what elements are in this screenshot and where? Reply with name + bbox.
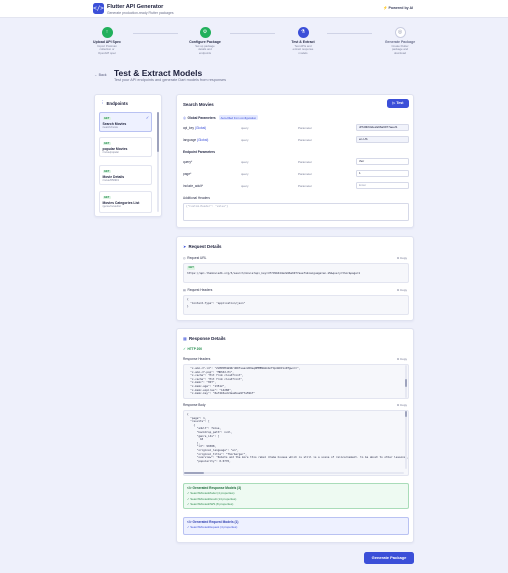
status-badge: HTTP 200 xyxy=(187,347,202,351)
endpoint-item-search-movies[interactable]: GET ✓ Search Movies /search/movie xyxy=(99,112,152,133)
api-key-input[interactable]: df7d9b64de2a96a6977aeef1 xyxy=(356,124,409,131)
app-title: Flutter API Generator xyxy=(107,3,164,10)
step-connector xyxy=(133,32,178,34)
upload-icon: ↑ xyxy=(101,27,113,38)
model-item: ✓ SearchMoviesResult (14 properties) xyxy=(187,496,237,501)
generated-response-models: </> Generated Response Models (3) ✓ Sear… xyxy=(183,483,409,509)
endpoints-scroll-thumb[interactable] xyxy=(157,112,159,152)
model-item: ✓ SearchMoviesModel (4 properties) xyxy=(187,491,235,496)
response-details-panel: ▦ Response Details ✓ HTTP 200 Response H… xyxy=(176,328,414,543)
include-adult-input[interactable]: Enter xyxy=(356,182,409,189)
app-subtitle: Generate production-ready Flutter packag… xyxy=(107,10,174,15)
step-upload: ↑ Upload API Spec Import Postman collecti… xyxy=(93,27,121,55)
package-icon: ◎ xyxy=(394,27,406,38)
response-body-scroll-thumb[interactable] xyxy=(405,411,407,417)
page-subtitle: Test your API endpoints and generate Dar… xyxy=(114,78,227,82)
gear-icon: ⚙ xyxy=(199,27,211,38)
doc-icon: ▤ xyxy=(183,288,187,292)
step-connector xyxy=(327,32,372,34)
top-bar: </> Flutter API Generator Generate produ… xyxy=(0,0,508,18)
page-input[interactable]: 1 xyxy=(356,170,409,177)
bolt-icon: ⚡ xyxy=(383,6,388,10)
step-generate: ◎ Generate Package Create Flutter package… xyxy=(384,27,416,55)
list-icon: ⋮ xyxy=(100,100,105,105)
endpoint-item-movies-categories[interactable]: GET Movies Categories List /genre/movie/… xyxy=(99,191,152,213)
response-body-h-scrollbar[interactable] xyxy=(184,472,404,474)
response-body-h-scroll-thumb[interactable] xyxy=(184,472,204,474)
page-title: Test & Extract Models xyxy=(114,68,203,78)
globe-icon: ◎ xyxy=(183,115,186,120)
additional-headers-input[interactable]: {"Custom-Header": "value"} xyxy=(183,203,409,221)
generated-request-models: </> Generated Request Models (1) ✓ Searc… xyxy=(183,517,409,535)
globe-icon: ◎ xyxy=(183,256,186,260)
request-headers-box: { "Content-Type": "application/json" } xyxy=(183,295,409,315)
language-input[interactable]: en-US xyxy=(356,136,409,143)
check-circle-icon: ✓ xyxy=(145,115,149,120)
send-icon: ➤ xyxy=(183,244,187,249)
response-headers-scroll-thumb[interactable] xyxy=(405,379,407,387)
response-body-scrollbar[interactable] xyxy=(405,411,407,469)
check-circle-icon: ✓ xyxy=(183,347,187,351)
endpoint-title: Search Movies xyxy=(183,102,214,107)
step-connector xyxy=(230,32,275,34)
model-item: ✓ SearchMoviesDWS (8 properties) xyxy=(187,502,234,507)
param-name: language (Global) xyxy=(183,138,209,142)
code-icon: </> xyxy=(93,3,104,14)
test-panel: Search Movies ▷ Test ◎ Global Parameters… xyxy=(176,94,414,228)
endpoints-panel: ⋮ Endpoints GET ✓ Search Movies /search/… xyxy=(94,94,162,217)
query-input[interactable]: thor xyxy=(356,158,409,165)
auto-fill-badge: Auto-filled from configuration xyxy=(218,115,259,121)
generate-package-button[interactable]: Generate Package xyxy=(364,552,414,564)
request-url-box: GET https://api.themoviedb.org/3/search/… xyxy=(183,263,409,283)
endpoint-item-movie-details[interactable]: GET Movie Details /movie/550919 xyxy=(99,165,152,186)
document-icon: ▦ xyxy=(183,336,187,341)
response-body-box: { "page": 1, "results": [ { "adult": fal… xyxy=(183,410,409,476)
model-item: ✓ SearchMoviesRequest (4 properties) xyxy=(187,525,238,530)
endpoint-params-label: Endpoint Parameters xyxy=(183,150,216,154)
test-button[interactable]: ▷ Test xyxy=(387,99,409,108)
additional-headers-label: Additional Headers xyxy=(183,196,210,200)
powered-by-ai: ⚡Powered by AI xyxy=(383,6,414,10)
response-headers-box: "x-amz-cf-id": "ZLMPOMnW1Nrd6DfsaazzR9eq… xyxy=(183,364,409,399)
copy-response-headers-button[interactable]: ⧉ Copy xyxy=(397,357,407,361)
endpoint-item-popular-movies[interactable]: GET popular Movies /movie/popular xyxy=(99,137,152,158)
copy-headers-button[interactable]: ⧉ Copy xyxy=(397,288,407,292)
step-test: ⚗ Test & Extract Test APIs and extract re… xyxy=(291,27,315,55)
param-name: api_key (Global) xyxy=(183,126,207,130)
back-button[interactable]: ← Back xyxy=(94,73,107,77)
copy-url-button[interactable]: ⧉ Copy xyxy=(397,256,407,260)
copy-response-body-button[interactable]: ⧉ Copy xyxy=(397,403,407,407)
flask-icon: ⚗ xyxy=(297,27,309,38)
request-details-panel: ➤ Request Details ◎ Request URL ⧉ Copy G… xyxy=(176,236,414,321)
step-configure: ⚙ Configure Package Set up package detail… xyxy=(189,27,221,55)
